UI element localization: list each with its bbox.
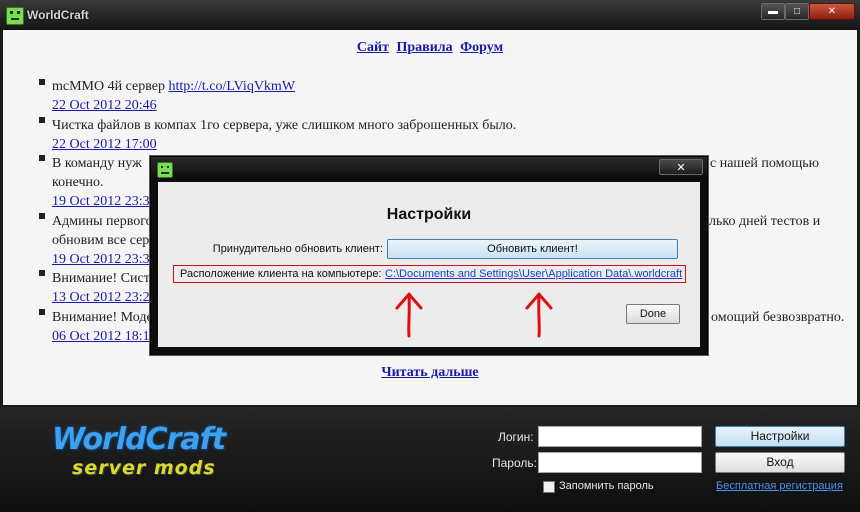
bullet-icon	[39, 155, 45, 161]
dialog-app-icon	[157, 162, 173, 178]
client-location-link[interactable]: C:\Documents and Settings\User\Applicati…	[385, 268, 682, 280]
news-date[interactable]: 06 Oct 2012 18:1	[52, 329, 150, 345]
news-link[interactable]: http://t.co/LViqVkmW	[168, 79, 295, 94]
settings-button[interactable]: Настройки	[715, 426, 845, 447]
news-text: В команду нуж	[52, 156, 142, 171]
news-text: с нашей помощью	[710, 156, 820, 171]
login-input[interactable]	[538, 426, 702, 447]
news-date[interactable]: 19 Oct 2012 23:3	[52, 252, 150, 268]
bullet-icon	[39, 117, 45, 123]
nav-link-rules[interactable]: Правила	[396, 40, 452, 55]
maximize-button[interactable]: □	[785, 3, 809, 20]
news-text: Чистка файлов в компах 1го сервера, уже …	[52, 118, 517, 133]
news-text: обновим все сер	[52, 233, 150, 248]
news-text: омощий безвозвратно.	[711, 310, 845, 325]
top-nav: Сайт Правила Форум	[3, 40, 857, 56]
client-location-label: Расположение клиента на компьютере:	[180, 268, 382, 280]
force-update-label: Принудительно обновить клиент:	[212, 243, 383, 255]
logo-subtitle: server mods	[72, 457, 216, 479]
remember-checkbox[interactable]	[543, 481, 555, 493]
window-title: WorldCraft	[27, 8, 89, 22]
news-text: лько дней тестов и	[709, 214, 821, 229]
bullet-icon	[39, 79, 45, 85]
nav-link-site[interactable]: Сайт	[357, 40, 389, 55]
dialog-title: Настройки	[386, 206, 472, 223]
nav-link-forum[interactable]: Форум	[460, 40, 503, 55]
done-button[interactable]: Done	[626, 304, 680, 324]
remember-label: Запомнить пароль	[559, 480, 654, 492]
read-more-link[interactable]: Читать дальше	[381, 365, 478, 380]
news-text: Внимание! Систе	[52, 271, 157, 286]
dialog-titlebar: ✕	[151, 157, 707, 179]
read-more: Читать дальше	[3, 365, 857, 381]
bullet-icon	[39, 270, 45, 276]
dialog-close-button[interactable]: ✕	[659, 159, 703, 175]
news-text: Админы первого	[52, 214, 153, 229]
news-text: Внимание! Моде	[52, 310, 153, 325]
close-button[interactable]: ✕	[809, 3, 855, 20]
dialog-body: Настройки Принудительно обновить клиент:…	[158, 182, 700, 347]
password-label: Пароль:	[492, 456, 537, 470]
annotation-arrow-icon	[395, 292, 423, 338]
bullet-icon	[39, 213, 45, 219]
minimize-button[interactable]: ▬	[761, 3, 785, 20]
logo: WorldCraft	[52, 422, 226, 457]
client-location-highlight: Расположение клиента на компьютере: C:\D…	[173, 265, 686, 283]
register-link[interactable]: Бесплатная регистрация	[716, 480, 843, 492]
news-date[interactable]: 19 Oct 2012 23:3	[52, 194, 150, 210]
app-icon	[6, 7, 24, 25]
news-date[interactable]: 22 Oct 2012 17:00	[52, 137, 157, 153]
update-client-button[interactable]: Обновить клиент!	[387, 239, 678, 259]
news-date[interactable]: 13 Oct 2012 23:2	[52, 290, 150, 306]
news-text: mcMMO 4й сервер http://t.co/LViqVkmW	[52, 79, 296, 94]
annotation-arrow-icon	[525, 292, 553, 338]
login-button[interactable]: Вход	[715, 452, 845, 473]
news-text: конечно.	[52, 175, 104, 190]
news-date[interactable]: 22 Oct 2012 20:46	[52, 98, 157, 114]
password-input[interactable]	[538, 452, 702, 473]
login-label: Логин:	[498, 430, 534, 444]
settings-dialog: ✕ Настройки Принудительно обновить клиен…	[150, 156, 708, 355]
bullet-icon	[39, 309, 45, 315]
window-titlebar: WorldCraft ▬ □ ✕	[0, 0, 860, 30]
